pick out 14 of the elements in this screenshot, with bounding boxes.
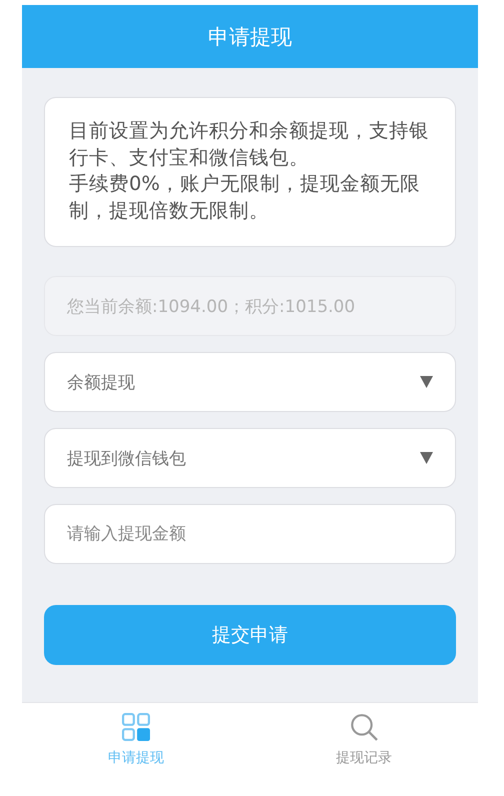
- notice-text: 目前设置为允许积分和余额提现，支持银行卡、支付宝和微信钱包。: [69, 118, 430, 170]
- page-title: 申请提现: [208, 24, 292, 50]
- grid-icon: [122, 713, 150, 741]
- dropdown-field[interactable]: 余额提现: [44, 352, 456, 412]
- caret-icon: [420, 376, 433, 388]
- tab-item[interactable]: 提现记录: [250, 703, 478, 773]
- tab-item[interactable]: 申请提现: [22, 703, 250, 773]
- submit-button[interactable]: 提交申请: [44, 605, 456, 665]
- search-icon: [350, 713, 378, 741]
- dropdown-field[interactable]: 提现到微信钱包: [44, 428, 456, 488]
- caret-icon: [420, 452, 433, 464]
- amount-input[interactable]: 请输入提现金额: [44, 504, 456, 564]
- notice-text: 手续费0%，账户无限制，提现金额无限制，提现倍数无限制。: [69, 171, 421, 224]
- balance-field: 您当前余额:1094.00；积分:1015.00: [44, 276, 456, 336]
